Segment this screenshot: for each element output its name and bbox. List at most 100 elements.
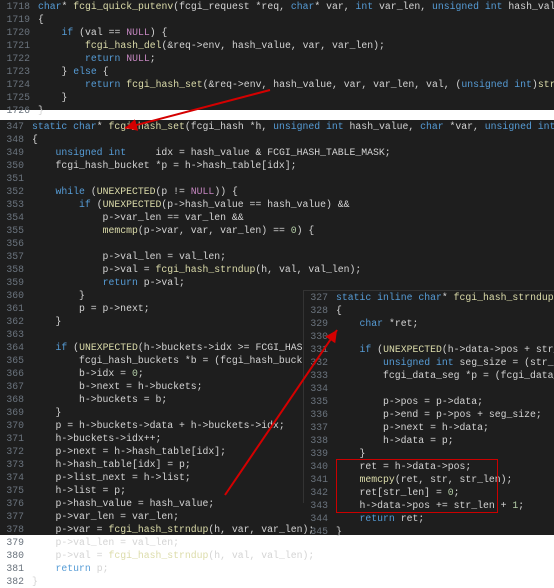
line-number: 340: [304, 460, 336, 473]
line-number: 361: [0, 302, 32, 315]
line-number: 1726: [0, 104, 38, 117]
code-line: 333 fcgi_data_seg *p = (fcgi_data_seg*)m…: [304, 369, 554, 382]
code-text: p->next = h->data;: [336, 421, 554, 434]
line-number: 330: [304, 330, 336, 343]
code-text: [32, 237, 554, 250]
code-line: 343 h->data->pos += str_len + 1;: [304, 499, 554, 512]
line-number: 381: [0, 562, 32, 575]
code-text: static inline char* fcgi_hash_strndup(fc…: [336, 291, 554, 304]
code-line: 349 unsigned int idx = hash_value & FCGI…: [0, 146, 554, 159]
line-number: 360: [0, 289, 32, 302]
code-line: 350 fcgi_hash_bucket *p = h->hash_table[…: [0, 159, 554, 172]
line-number: 332: [304, 356, 336, 369]
code-text: }: [336, 525, 554, 538]
code-line: 344 return ret;: [304, 512, 554, 525]
code-line: 1723 } else {: [0, 65, 554, 78]
code-line: 335 p->pos = p->data;: [304, 395, 554, 408]
code-line: 336 p->end = p->pos + seg_size;: [304, 408, 554, 421]
line-number: 344: [304, 512, 336, 525]
line-number: 356: [0, 237, 32, 250]
line-number: 349: [0, 146, 32, 159]
line-number: 377: [0, 510, 32, 523]
line-number: 1719: [0, 13, 38, 26]
code-line: 356: [0, 237, 554, 250]
line-number: 343: [304, 499, 336, 512]
line-number: 1725: [0, 91, 38, 104]
code-text: return p->val;: [32, 276, 554, 289]
code-line: 380 p->val = fcgi_hash_strndup(h, val, v…: [0, 549, 554, 562]
code-text: return fcgi_hash_set(&req->env, hash_val…: [38, 78, 554, 91]
code-text: fcgi_data_seg *p = (fcgi_data_seg*)mallo…: [336, 369, 554, 382]
code-text: if (UNEXPECTED(h->data->pos + str_len + …: [336, 343, 554, 356]
line-number: 367: [0, 380, 32, 393]
line-number: 345: [304, 525, 336, 538]
line-number: 368: [0, 393, 32, 406]
line-number: 1718: [0, 0, 38, 13]
line-number: 1721: [0, 39, 38, 52]
code-line: 1725 }: [0, 91, 554, 104]
code-line: 382}: [0, 575, 554, 588]
code-panel-3: 327static inline char* fcgi_hash_strndup…: [303, 290, 554, 503]
code-text: return p;: [32, 562, 554, 575]
code-text: static char* fcgi_hash_set(fcgi_hash *h,…: [32, 120, 554, 133]
line-number: 355: [0, 224, 32, 237]
line-number: 370: [0, 419, 32, 432]
code-text: fcgi_hash_del(&req->env, hash_value, var…: [38, 39, 554, 52]
line-number: 365: [0, 354, 32, 367]
line-number: 336: [304, 408, 336, 421]
line-number: 373: [0, 458, 32, 471]
line-number: 358: [0, 263, 32, 276]
line-number: 352: [0, 185, 32, 198]
line-number: 357: [0, 250, 32, 263]
code-line: 357 p->val_len = val_len;: [0, 250, 554, 263]
code-line: 1724 return fcgi_hash_set(&req->env, has…: [0, 78, 554, 91]
code-line: 329 char *ret;: [304, 317, 554, 330]
code-line: 355 memcmp(p->var, var, var_len) == 0) {: [0, 224, 554, 237]
code-line: 330: [304, 330, 554, 343]
code-text: p->val_len = val_len;: [32, 250, 554, 263]
code-text: char *ret;: [336, 317, 554, 330]
code-text: [336, 330, 554, 343]
line-number: 374: [0, 471, 32, 484]
code-text: }: [38, 104, 554, 117]
line-number: 364: [0, 341, 32, 354]
line-number: 362: [0, 315, 32, 328]
code-text: } else {: [38, 65, 554, 78]
line-number: 371: [0, 432, 32, 445]
code-text: return NULL;: [38, 52, 554, 65]
code-line: 338 h->data = p;: [304, 434, 554, 447]
line-number: 351: [0, 172, 32, 185]
code-line: 328{: [304, 304, 554, 317]
line-number: 347: [0, 120, 32, 133]
code-text: p->pos = p->data;: [336, 395, 554, 408]
code-line: 332 unsigned int seg_size = (str_len + 1…: [304, 356, 554, 369]
line-number: 329: [304, 317, 336, 330]
code-text: if (UNEXPECTED(p->hash_value == hash_val…: [32, 198, 554, 211]
code-line: 340 ret = h->data->pos;: [304, 460, 554, 473]
code-line: 1721 fcgi_hash_del(&req->env, hash_value…: [0, 39, 554, 52]
code-text: unsigned int idx = hash_value & FCGI_HAS…: [32, 146, 554, 159]
code-text: [336, 382, 554, 395]
code-line: 351: [0, 172, 554, 185]
line-number: 1724: [0, 78, 38, 91]
line-number: 372: [0, 445, 32, 458]
line-number: 375: [0, 484, 32, 497]
code-line: 342 ret[str_len] = 0;: [304, 486, 554, 499]
code-text: char* fcgi_quick_putenv(fcgi_request *re…: [38, 0, 554, 13]
line-number: 366: [0, 367, 32, 380]
code-text: }: [38, 91, 554, 104]
code-text: unsigned int seg_size = (str_len + 1 > F…: [336, 356, 554, 369]
code-text: }: [32, 575, 554, 588]
line-number: 337: [304, 421, 336, 434]
code-line: 339 }: [304, 447, 554, 460]
code-text: ret = h->data->pos;: [336, 460, 554, 473]
line-number: 363: [0, 328, 32, 341]
line-number: 335: [304, 395, 336, 408]
line-number: 331: [304, 343, 336, 356]
code-line: 337 p->next = h->data;: [304, 421, 554, 434]
code-panel-1: 1718char* fcgi_quick_putenv(fcgi_request…: [0, 0, 554, 110]
line-number: 382: [0, 575, 32, 588]
code-line: 353 if (UNEXPECTED(p->hash_value == hash…: [0, 198, 554, 211]
code-line: 345}: [304, 525, 554, 538]
line-number: 327: [304, 291, 336, 304]
